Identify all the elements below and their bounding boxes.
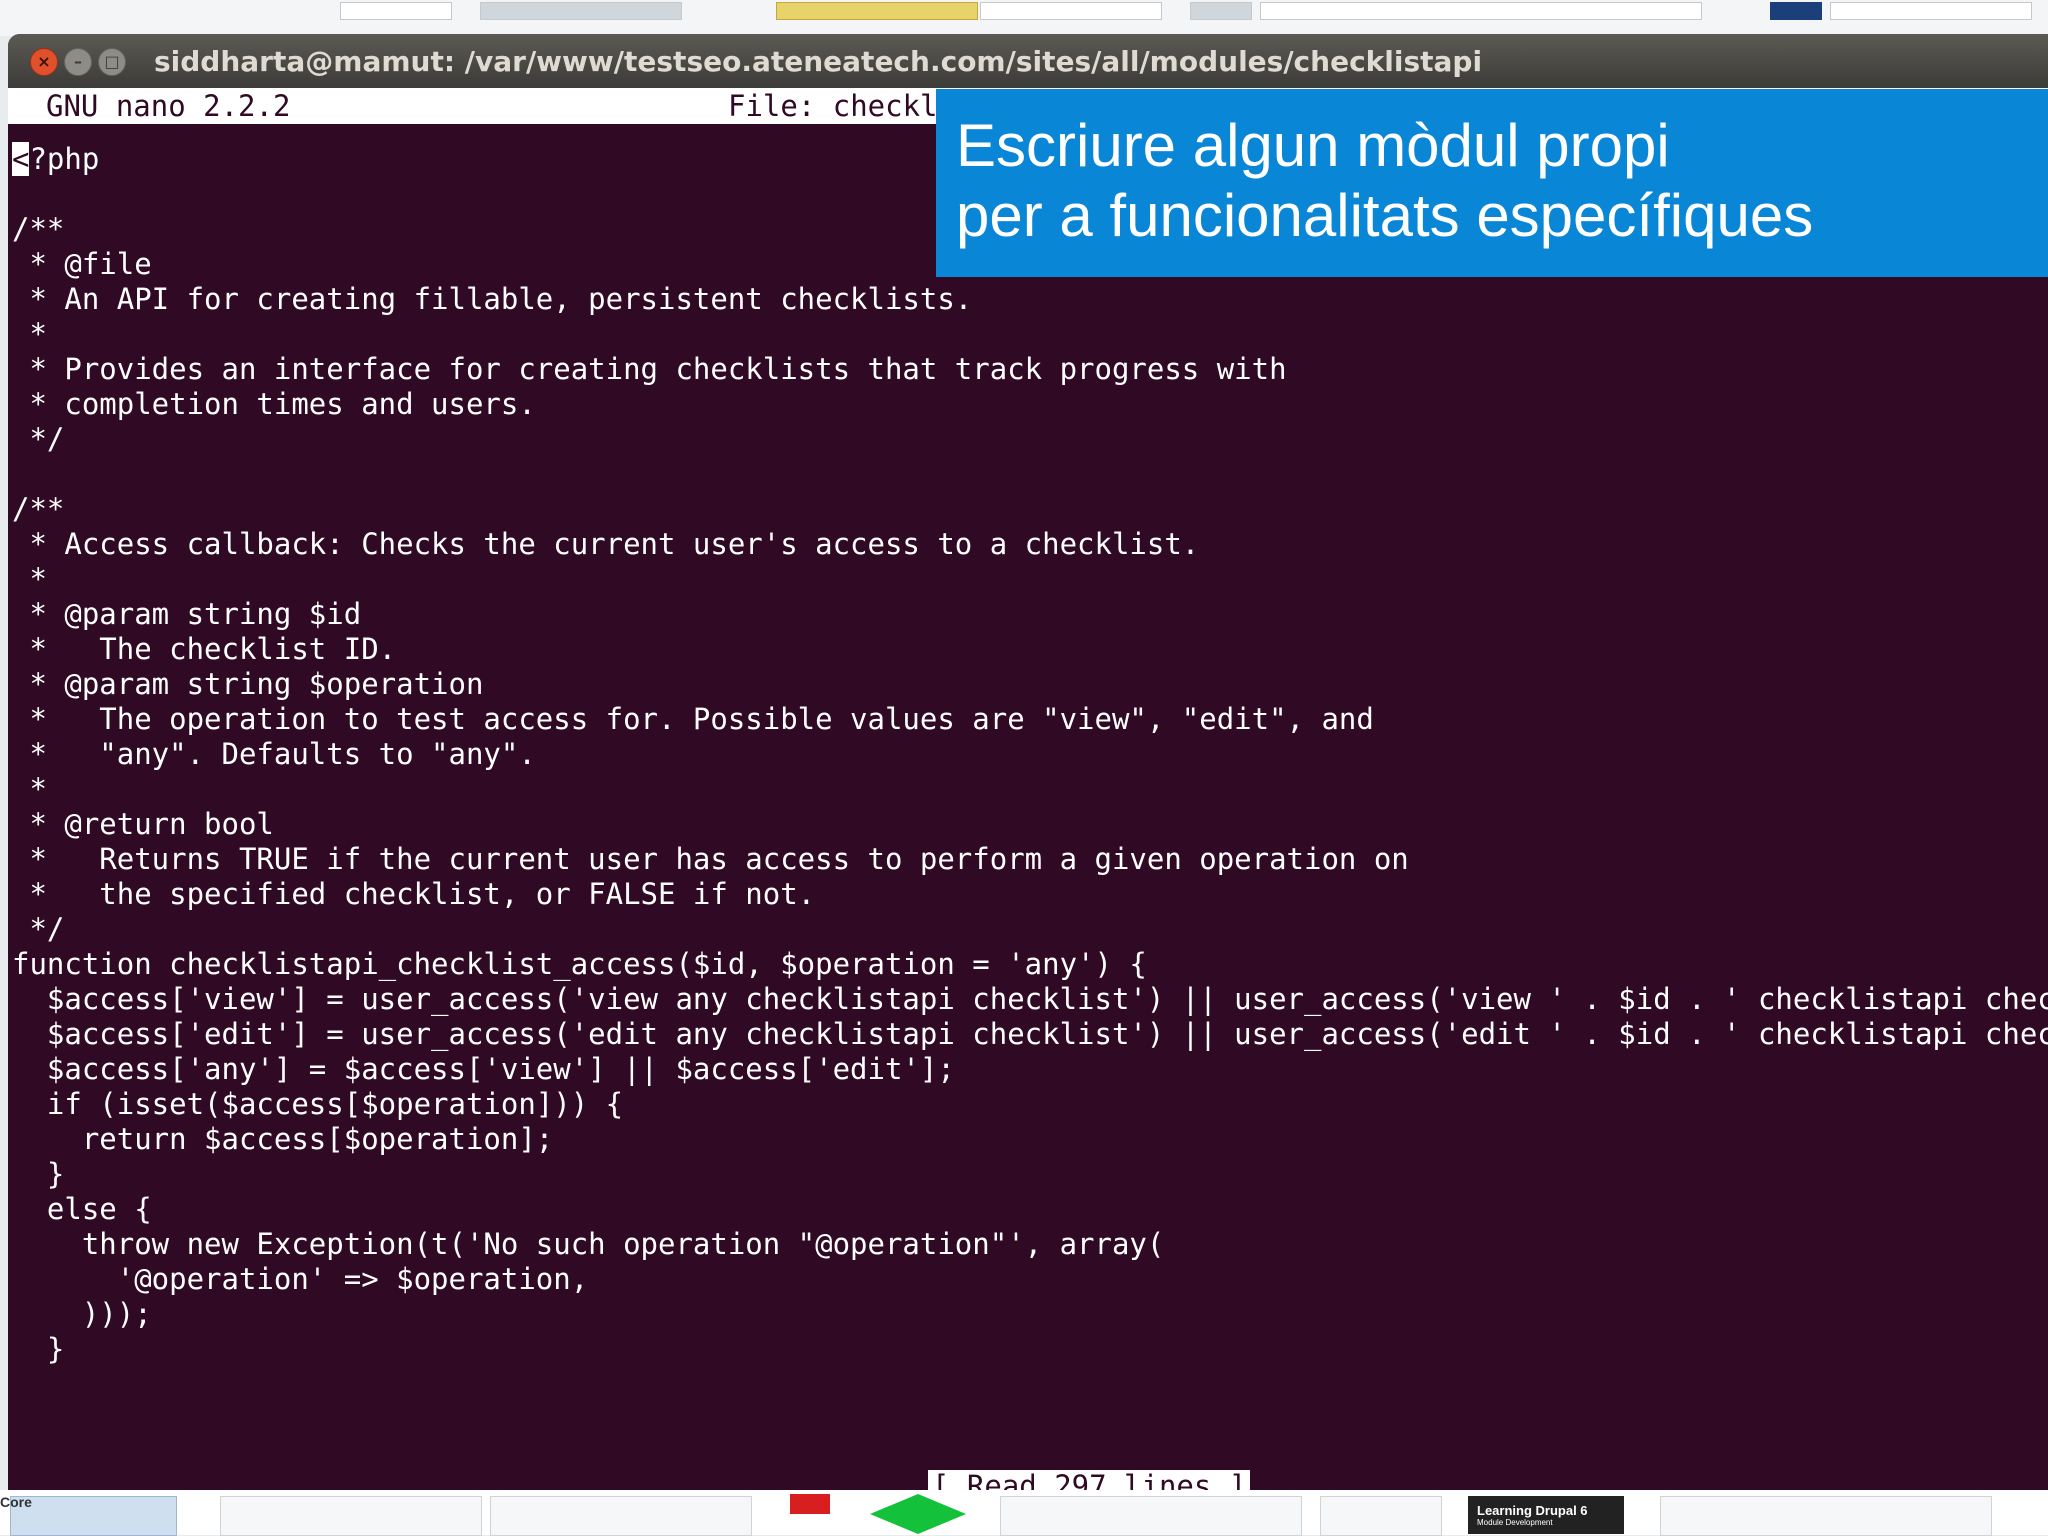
code-line: * @file — [12, 247, 152, 281]
background-thumbnail — [10, 1496, 177, 1536]
background-thumbnail — [1660, 1496, 1992, 1536]
code-line: $access['edit'] = user_access('edit any … — [12, 1017, 2048, 1051]
code-line: function checklistapi_checklist_access($… — [12, 947, 1147, 981]
desktop-background-top — [0, 0, 2048, 36]
code-line: */ — [12, 912, 65, 946]
caption-line-2: per a funcionalitats específiques — [956, 182, 1814, 249]
code-line: <?php — [12, 142, 99, 177]
background-thumbnail — [490, 1496, 752, 1536]
background-thumbnail — [1830, 2, 2032, 20]
desktop-background-bottom: Learning Drupal 6 Module Development — [0, 1490, 2048, 1536]
book-subtitle: Module Development — [1477, 1518, 1553, 1527]
code-line: * "any". Defaults to "any". — [12, 737, 536, 771]
background-thumbnail — [340, 2, 452, 20]
text-cursor: < — [12, 142, 30, 176]
background-thumbnail — [1190, 2, 1252, 20]
background-thumbnail — [980, 2, 1162, 20]
code-line: * The operation to test access for. Poss… — [12, 702, 1374, 736]
code-line: * Returns TRUE if the current user has a… — [12, 842, 1409, 876]
code-line: } — [12, 1157, 65, 1191]
book-title: Learning Drupal 6 — [1477, 1503, 1588, 1518]
code-line: * — [12, 562, 47, 596]
minimize-button[interactable]: – — [64, 48, 92, 76]
code-line: * — [12, 772, 47, 806]
close-button[interactable]: × — [30, 48, 58, 76]
code-line: } — [12, 1332, 65, 1366]
window-title: siddharta@mamut: /var/www/testseo.atenea… — [154, 45, 1483, 78]
nano-version: GNU nano 2.2.2 — [46, 89, 291, 123]
window-titlebar[interactable]: × – □ siddharta@mamut: /var/www/testseo.… — [8, 34, 2048, 88]
code-line: if (isset($access[$operation])) { — [12, 1087, 624, 1121]
maximize-button[interactable]: □ — [98, 48, 126, 76]
caption-line-1: Escriure algun mòdul propi — [956, 112, 1670, 179]
code-line: $access['any'] = $access['view'] || $acc… — [12, 1052, 955, 1086]
code-line: else { — [12, 1192, 152, 1226]
code-line: * Provides an interface for creating che… — [12, 352, 1287, 386]
code-line: /** — [12, 212, 65, 246]
code-line: */ — [12, 422, 65, 456]
code-line: $access['view'] = user_access('view any … — [12, 982, 2048, 1016]
code-line: * @param string $operation — [12, 667, 484, 701]
code-line: * the specified checklist, or FALSE if n… — [12, 877, 816, 911]
code-line: throw new Exception(t('No such operation… — [12, 1227, 1165, 1261]
background-thumbnail — [1000, 1496, 1302, 1536]
nano-file-label: File: checkl — [728, 89, 938, 123]
desktop-core-label: Core — [0, 1494, 32, 1510]
code-line: * @return bool — [12, 807, 274, 841]
code-text: ?php — [29, 142, 100, 176]
background-thumbnail — [1260, 2, 1702, 20]
slide-caption-overlay: Escriure algun mòdul propi per a funcion… — [936, 89, 2048, 277]
code-line: /** — [12, 492, 65, 526]
code-line: ))); — [12, 1297, 152, 1331]
status-message: [ Read 297 lines ] — [928, 1470, 1251, 1490]
background-thumbnail — [220, 1496, 482, 1536]
background-thumbnail — [480, 2, 682, 20]
book-thumbnail: Learning Drupal 6 Module Development — [1468, 1496, 1624, 1534]
terminal-area[interactable]: GNU nano 2.2.2 File: checkl <?php /** * @… — [8, 88, 2048, 1490]
code-line: return $access[$operation]; — [12, 1122, 554, 1156]
code-line: * completion times and users. — [12, 387, 536, 421]
code-line: * The checklist ID. — [12, 632, 397, 666]
code-line: * Access callback: Checks the current us… — [12, 527, 1200, 561]
code-line: '@operation' => $operation, — [12, 1262, 589, 1296]
background-thumbnail — [1770, 2, 1822, 20]
code-line: * — [12, 317, 47, 351]
background-thumbnail — [1320, 1496, 1442, 1536]
code-line: * @param string $id — [12, 597, 362, 631]
code-line: * An API for creating fillable, persiste… — [12, 282, 973, 316]
flowchart-red-shape — [790, 1494, 830, 1514]
background-thumbnail — [776, 2, 978, 20]
